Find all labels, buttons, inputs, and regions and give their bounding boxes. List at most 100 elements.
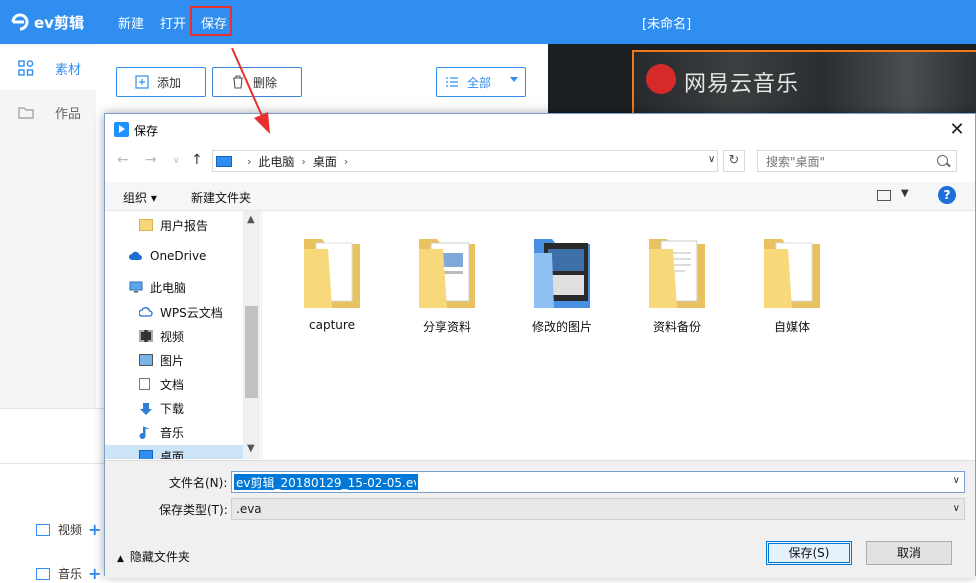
up-arrow-icon[interactable]: ↑	[191, 152, 203, 168]
tree-item-downloads[interactable]: 下载	[139, 397, 184, 419]
tree-item-label: 用户报告	[160, 218, 209, 233]
folder-label: 修改的图片	[531, 320, 592, 334]
tree-item-this-pc[interactable]: 此电脑	[129, 276, 186, 298]
video-icon	[139, 330, 153, 342]
command-bar: 组织 ▾ 新建文件夹 ▼ ?	[105, 182, 975, 211]
filter-select-value: 全部	[467, 75, 492, 90]
file-type-label: 保存类型(T):	[159, 503, 228, 517]
search-input[interactable]	[764, 152, 928, 172]
tree-item-label: OneDrive	[150, 249, 207, 263]
folder-item[interactable]: capture	[282, 229, 382, 339]
folder-item[interactable]: 分享资料	[397, 229, 497, 339]
track-video-label: 视频	[58, 523, 83, 537]
tree-item-videos[interactable]: 视频	[139, 325, 184, 347]
add-button-label: 添加	[157, 75, 182, 90]
organize-menu[interactable]: 组织 ▾	[123, 189, 157, 206]
tree-item-desktop[interactable]: 桌面	[105, 445, 243, 459]
new-folder-button[interactable]: 新建文件夹	[191, 189, 251, 206]
computer-icon	[129, 281, 143, 293]
file-type-value: .eva	[236, 502, 262, 516]
chevron-down-icon[interactable]: ∨	[953, 475, 960, 486]
close-icon[interactable]: ✕	[945, 118, 969, 142]
help-icon[interactable]: ?	[938, 186, 956, 204]
scroll-down-icon[interactable]: ▼	[247, 443, 255, 454]
view-dropdown-icon[interactable]: ▼	[901, 188, 909, 199]
music-icon	[139, 426, 153, 439]
tree-item-documents[interactable]: 文档	[139, 373, 184, 395]
delete-button[interactable]: 删除	[212, 67, 302, 97]
breadcrumb-desktop[interactable]: 桌面	[313, 153, 337, 170]
video-track-icon	[36, 523, 50, 536]
folder-item[interactable]: 修改的图片	[512, 229, 612, 339]
forward-arrow-icon[interactable]: →	[145, 152, 157, 168]
scroll-up-icon[interactable]: ▲	[247, 214, 255, 225]
address-row: ← → ∨ ↑ › 此电脑 › 桌面 › ∨ ↻	[105, 148, 975, 176]
add-video-button[interactable]: +	[88, 520, 101, 539]
save-button[interactable]: 保存(S)	[766, 541, 852, 565]
back-arrow-icon[interactable]: ←	[117, 152, 129, 168]
folder-item[interactable]: 资料备份	[627, 229, 727, 339]
file-name-label: 文件名(N):	[169, 476, 228, 490]
dialog-title: 保存	[134, 124, 159, 138]
recent-dropdown-icon[interactable]: ∨	[173, 156, 180, 166]
nav-works[interactable]: 作品	[0, 90, 96, 134]
tree-item-label: 图片	[160, 353, 185, 368]
file-type-select[interactable]: .eva ∨	[231, 498, 965, 520]
dialog-app-icon	[114, 122, 129, 137]
tree-item-pictures[interactable]: 图片	[139, 349, 184, 371]
add-button[interactable]: 添加	[116, 67, 206, 97]
nav-works-label: 作品	[55, 106, 82, 122]
address-bar[interactable]: › 此电脑 › 桌面 ›	[212, 150, 718, 172]
dialog-footer: 文件名(N): ∨ 保存类型(T): .eva ∨ ▲ 隐藏文件夹 保存(S) 取…	[105, 460, 975, 578]
scrollbar-thumb[interactable]	[245, 306, 258, 398]
netease-music-logo-icon	[646, 64, 676, 94]
folder-icon	[762, 229, 822, 311]
filter-select[interactable]: 全部	[436, 67, 526, 97]
address-dropdown-icon[interactable]: ∨	[708, 154, 715, 165]
picture-icon	[139, 354, 153, 366]
folder-label: capture	[309, 318, 355, 332]
tree-item-music[interactable]: 音乐	[139, 421, 184, 443]
folder-icon	[139, 219, 153, 231]
track-video: 视频 +	[36, 520, 101, 539]
tree-item-label: WPS云文档	[160, 305, 223, 320]
cloud-icon	[129, 250, 143, 262]
app-logo-text: ev剪辑	[34, 13, 84, 32]
cloud-icon	[138, 306, 153, 318]
tree-item-wps-cloud[interactable]: WPS云文档	[138, 301, 223, 323]
download-icon	[139, 402, 153, 415]
folder-label: 自媒体	[773, 320, 810, 334]
tree-item-onedrive[interactable]: OneDrive	[129, 245, 206, 267]
cancel-button[interactable]: 取消	[866, 541, 952, 565]
view-mode-icon[interactable]	[877, 190, 891, 201]
tree-item-label: 文档	[160, 377, 185, 392]
search-box[interactable]	[757, 150, 957, 172]
hide-folders-toggle[interactable]: ▲ 隐藏文件夹	[117, 548, 190, 565]
add-music-button[interactable]: +	[88, 564, 101, 583]
track-music: 音乐 +	[36, 564, 101, 583]
divider	[0, 463, 105, 464]
save-highlight-box	[190, 6, 232, 36]
tree-scrollbar[interactable]: ▲ ▼	[243, 211, 260, 459]
refresh-icon[interactable]: ↻	[723, 150, 745, 172]
nav-tree: 用户报告 OneDrive 此电脑 WPS云文档 视频 图片 文档 下载 音乐 …	[105, 211, 262, 459]
file-name-input[interactable]	[234, 474, 418, 490]
folder-icon	[417, 229, 477, 311]
app-logo: ev剪辑	[10, 10, 84, 34]
folder-icon	[647, 229, 707, 311]
preview-watermark: 网易云音乐	[684, 72, 800, 97]
breadcrumb-this-pc[interactable]: 此电脑	[258, 153, 294, 170]
music-track-icon	[36, 567, 50, 580]
folder-label: 资料备份	[652, 320, 701, 334]
file-name-field[interactable]: ∨	[231, 471, 965, 493]
tree-item-label: 桌面	[160, 449, 185, 460]
tree-item-label: 视频	[160, 329, 185, 344]
menu-new[interactable]: 新建	[118, 13, 144, 32]
document-icon	[139, 378, 150, 390]
breadcrumb-separator-icon: ›	[343, 154, 349, 168]
folder-item[interactable]: 自媒体	[742, 229, 842, 339]
menu-open[interactable]: 打开	[160, 13, 186, 32]
tree-item-user-reports[interactable]: 用户报告	[139, 214, 208, 236]
nav-material[interactable]: 素材	[0, 46, 96, 90]
folder-icon	[532, 229, 592, 311]
